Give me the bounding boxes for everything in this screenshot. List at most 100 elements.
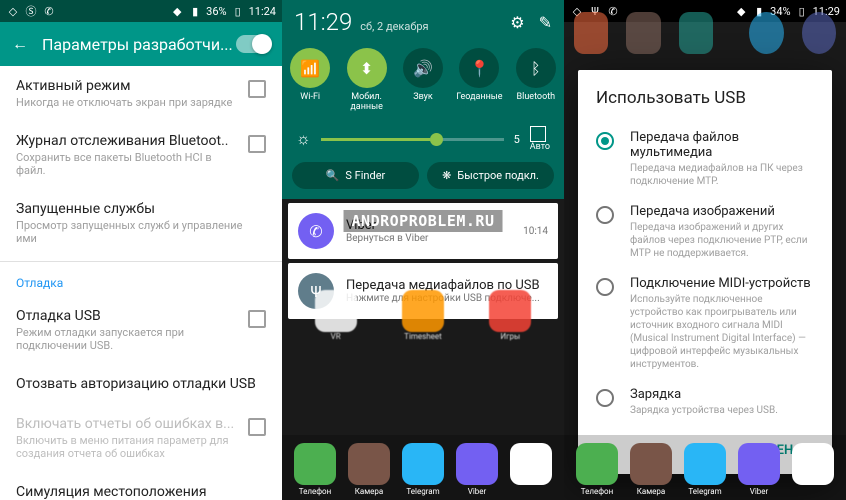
item-title: Отозвать авторизацию отладки USB (16, 376, 266, 392)
settings-gear-icon[interactable]: ⚙ (510, 13, 524, 32)
dock-app[interactable]: Камера (348, 443, 390, 496)
qs-toggle[interactable]: 🔊Звук (395, 48, 451, 112)
dock-app[interactable] (510, 443, 552, 496)
qs-icon: 📶 (290, 48, 330, 88)
dock-app[interactable]: Телефон (294, 443, 336, 496)
skype-icon: Ⓢ (24, 4, 38, 18)
dock-app[interactable] (792, 443, 834, 496)
app-label: Viber (738, 487, 780, 496)
qs-toggle[interactable]: 📶Wi-Fi (282, 48, 338, 112)
radio-button[interactable] (596, 206, 614, 224)
brightness-row: ☼ 5 Авто (282, 120, 564, 162)
qs-icon: 📍 (459, 48, 499, 88)
quick-label: Быстрое подкл. (457, 169, 539, 182)
radio-button[interactable] (596, 132, 614, 150)
auto-label: Авто (530, 142, 550, 152)
notif-subtitle: Вернуться в Viber (346, 233, 523, 244)
radio-option[interactable]: Зарядка Зарядка устройства через USB. (596, 379, 814, 425)
app-icon (348, 443, 390, 485)
brightness-slider[interactable] (321, 138, 504, 141)
item-title: Симуляция местоположения (16, 484, 266, 500)
sfinder-button[interactable]: 🔍 S Finder (292, 162, 419, 189)
app-label: Телефон (294, 487, 336, 496)
settings-item[interactable]: Активный режимНикогда не отключать экран… (0, 66, 282, 121)
back-arrow-icon[interactable]: ← (12, 34, 28, 54)
phone-icon: ✆ (42, 4, 56, 18)
qs-toggle[interactable]: ᛒBluetooth (508, 48, 564, 112)
phone-usb-dialog: ◇ Ψ ✆ ◆ ▮ 34% ▯ 11:29 Использовать USB П… (564, 0, 846, 500)
checkbox[interactable] (248, 135, 266, 153)
master-switch[interactable] (236, 35, 270, 53)
app-label: Телефон (576, 487, 618, 496)
quick-connect-button[interactable]: ❋ Быстрое подкл. (427, 162, 554, 189)
shade-time: 11:29 (294, 8, 352, 36)
dialog-title: Использовать USB (596, 88, 814, 108)
checkbox[interactable] (248, 418, 266, 436)
app-label: Timesheet (402, 332, 444, 341)
quick-settings: 📶Wi-Fi⬍Мобил. данные🔊Звук📍 ГеоданныеᛒBlue… (282, 44, 564, 120)
dock-app[interactable]: Telegram (684, 443, 726, 496)
app-icon (294, 443, 336, 485)
radio-title: Передача изображений (630, 204, 814, 219)
dock: Телефон Камера Telegram Viber (564, 435, 846, 500)
item-subtitle: Сохранить все пакеты Bluetooth HCI в фай… (16, 151, 240, 177)
quick-icon: ❋ (442, 169, 451, 182)
phone-settings: ◇ Ⓢ ✆ ◆ ▮ 36% ▯ 11:24 ← Параметры разраб… (0, 0, 282, 500)
radio-title: Зарядка (630, 387, 814, 402)
signal-icon: ▮ (188, 4, 202, 18)
dock-app[interactable]: Viber (456, 443, 498, 496)
settings-item[interactable]: Журнал отслеживания Bluetoot..Сохранить … (0, 121, 282, 189)
edit-pencil-icon[interactable]: ✎ (539, 13, 552, 32)
brightness-icon: ☼ (296, 129, 311, 149)
app-label: Viber (456, 487, 498, 496)
item-title: Активный режим (16, 78, 240, 94)
settings-item[interactable]: Отозвать авторизацию отладки USB (0, 364, 282, 404)
radio-button[interactable] (596, 389, 614, 407)
battery-icon: ▯ (231, 4, 245, 18)
app-icon (684, 443, 726, 485)
checkbox[interactable] (248, 80, 266, 98)
home-apps-background: VR Timesheet Игры (282, 280, 564, 351)
app-label: Telegram (402, 487, 444, 496)
radio-button[interactable] (596, 278, 614, 296)
settings-item[interactable]: Отладка USB Режим отладки запускается при… (0, 296, 282, 364)
radio-option[interactable]: Передача файлов мультимедиаПередача меди… (596, 122, 814, 196)
app-icon (510, 443, 552, 485)
search-icon: 🔍 (326, 169, 340, 182)
radio-subtitle: Передача изображений и других файлов чер… (630, 221, 814, 260)
settings-item[interactable]: Запущенные службыПросмотр запущенных слу… (0, 189, 282, 257)
checkbox[interactable] (248, 310, 266, 328)
dock-app[interactable]: Telegram (402, 443, 444, 496)
viber-icon: ✆ (298, 213, 334, 249)
divider (0, 261, 282, 262)
radio-option[interactable]: Передача изображений Передача изображений… (596, 196, 814, 268)
auto-brightness-checkbox[interactable] (530, 126, 546, 142)
dock-app[interactable]: Телефон (576, 443, 618, 496)
radio-title: Подключение MIDI-устройств (630, 276, 814, 291)
qs-label: Звук (395, 92, 451, 102)
appbar-title: Параметры разработчи... (42, 35, 236, 54)
qs-toggle[interactable]: ⬍Мобил. данные (338, 48, 394, 112)
shade-buttons: 🔍 S Finder ❋ Быстрое подкл. (282, 162, 564, 199)
qs-toggle[interactable]: 📍 Геоданные (451, 48, 507, 112)
radio-subtitle: Передача медиафайлов на ПК через подключ… (630, 162, 814, 188)
dock-app[interactable]: Камера (630, 443, 672, 496)
app-label: Telegram (684, 487, 726, 496)
appbar: ← Параметры разработчи... (0, 22, 282, 66)
notif-time: 10:14 (523, 226, 548, 237)
item-title: Отладка USB (16, 308, 240, 324)
brightness-value: 5 (514, 133, 520, 146)
usb-dialog: Использовать USB Передача файлов мультим… (578, 70, 832, 474)
qs-label: Геоданные (451, 92, 507, 102)
app-label: Камера (348, 487, 390, 496)
settings-item[interactable]: Включать отчеты об ошибках в...Включить … (0, 404, 282, 472)
radio-subtitle: Зарядка устройства через USB. (630, 404, 814, 417)
settings-list: Активный режимНикогда не отключать экран… (0, 66, 282, 500)
radio-option[interactable]: Подключение MIDI-устройствИспользуйте по… (596, 268, 814, 379)
radio-title: Передача файлов мультимедиа (630, 130, 814, 160)
item-subtitle: Режим отладки запускается при подключени… (16, 326, 240, 352)
watermark: ANDROPROBLEM.RU (344, 210, 503, 232)
app-icon (402, 443, 444, 485)
settings-item[interactable]: Симуляция местоположения (0, 472, 282, 500)
dock-app[interactable]: Viber (738, 443, 780, 496)
